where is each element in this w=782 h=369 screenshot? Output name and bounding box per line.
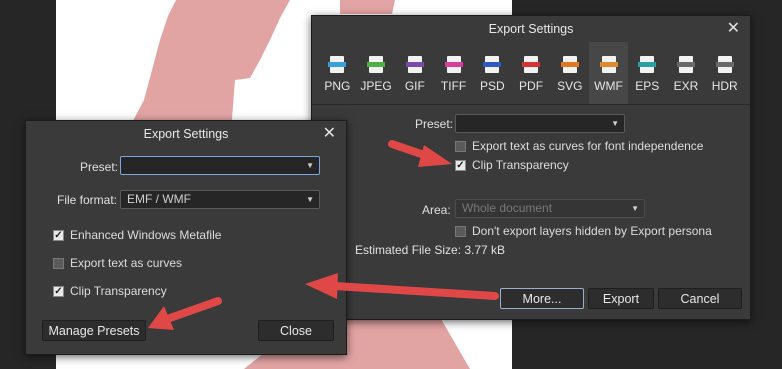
annotation-arrows bbox=[148, 140, 499, 330]
arrow-to-clip-transparency bbox=[388, 140, 452, 167]
arrow-to-small-dialog bbox=[305, 273, 499, 300]
arrow-to-manage-presets bbox=[148, 297, 222, 330]
